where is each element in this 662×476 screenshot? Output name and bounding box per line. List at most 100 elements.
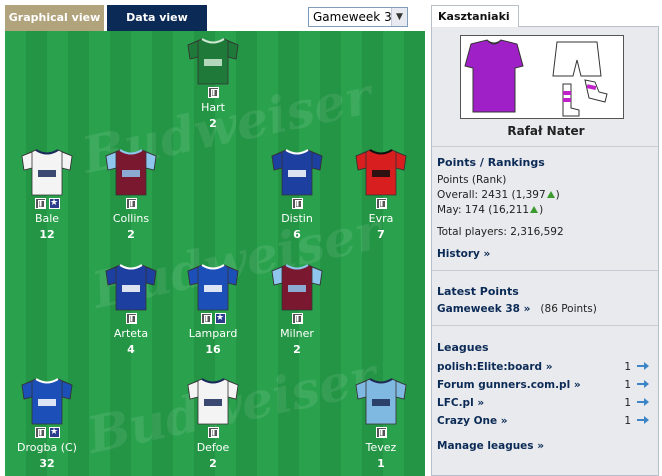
player-card[interactable]: ★ Drogba (C) 32 <box>5 377 89 470</box>
gameweek-select[interactable]: Gameweek 38 ▼ <box>308 7 408 27</box>
player-points: 4 <box>127 343 135 356</box>
tab-graphical-view[interactable]: Graphical view <box>5 5 104 31</box>
team-kit-preview <box>460 35 624 119</box>
player-name: Evra <box>368 212 394 225</box>
shirt-icon[interactable] <box>20 148 74 196</box>
player-info-icon[interactable] <box>125 313 137 324</box>
shirt-icon[interactable] <box>186 263 240 311</box>
player-points: 7 <box>377 228 385 241</box>
player-info-icon[interactable] <box>125 198 137 209</box>
shirt-icon[interactable] <box>270 263 324 311</box>
shirt-icon[interactable] <box>186 37 240 85</box>
player-card[interactable]: Distin 6 <box>255 148 339 241</box>
player-info-icon[interactable] <box>291 198 303 209</box>
player-name: Defoe <box>196 441 230 454</box>
tab-data-view[interactable]: Data view <box>107 5 207 31</box>
player-info-icon[interactable] <box>207 427 219 438</box>
pitch: Budweiser Budweiser Budweiser Hart 2 ★ Bale… <box>5 31 425 476</box>
shirt-icon[interactable] <box>354 377 408 425</box>
rank-up-arrow-icon <box>546 191 555 198</box>
arrow-right-icon[interactable] <box>637 398 649 406</box>
player-info-icon[interactable] <box>34 427 46 438</box>
league-name[interactable]: polish:Elite:board » <box>437 361 553 373</box>
league-rank: 1 <box>624 397 631 409</box>
shirt-icon[interactable] <box>186 377 240 425</box>
player-card[interactable]: Defoe 2 <box>171 377 255 470</box>
latest-gameweek-link[interactable]: Gameweek 38 » <box>437 303 530 315</box>
player-card[interactable]: Hart 2 <box>171 37 255 130</box>
player-points: 2 <box>209 117 217 130</box>
player-info-icon[interactable] <box>34 198 46 209</box>
player-card[interactable]: ★ Bale 12 <box>5 148 89 241</box>
shirt-icon[interactable] <box>104 148 158 196</box>
league-row[interactable]: Crazy One » 1 <box>437 415 649 427</box>
league-name[interactable]: Forum gunners.com.pl » <box>437 379 581 391</box>
player-card[interactable]: Collins 2 <box>89 148 173 241</box>
chevron-down-icon[interactable]: ▼ <box>391 8 407 26</box>
player-card[interactable]: Evra 7 <box>339 148 423 241</box>
player-points: 6 <box>293 228 301 241</box>
player-name: Drogba (C) <box>17 441 77 454</box>
captain-star-icon[interactable]: ★ <box>48 427 60 438</box>
player-info-icon[interactable] <box>291 313 303 324</box>
player-points: 12 <box>39 228 55 241</box>
player-info-icon[interactable] <box>200 313 212 324</box>
player-card[interactable]: Milner 2 <box>255 263 339 356</box>
rank-up-arrow-icon <box>530 206 539 213</box>
league-rank: 1 <box>624 415 631 427</box>
player-name: Distin <box>281 212 313 225</box>
history-link[interactable]: History » <box>437 248 490 260</box>
player-card[interactable]: Arteta 4 <box>89 263 173 356</box>
player-name: Arteta <box>113 327 149 340</box>
player-points: 2 <box>209 457 217 470</box>
star-icon[interactable]: ★ <box>48 198 60 209</box>
player-name: Bale <box>34 212 60 225</box>
month-points-line: May: 174 (16,211) <box>437 204 544 216</box>
player-info-icon[interactable] <box>207 87 219 98</box>
player-card[interactable]: ★ Lampard 16 <box>171 263 255 356</box>
manager-name: Rafał Nater <box>507 124 585 138</box>
total-players: Total players: 2,316,592 <box>437 226 564 238</box>
latest-points-value: (86 Points) <box>540 303 597 315</box>
shirt-icon[interactable] <box>354 148 408 196</box>
player-name: Lampard <box>188 327 238 340</box>
divider <box>432 270 658 271</box>
player-name: Milner <box>280 327 314 340</box>
league-row[interactable]: Forum gunners.com.pl » 1 <box>437 379 649 391</box>
player-info-icon[interactable] <box>375 198 387 209</box>
player-info-icon[interactable] <box>375 427 387 438</box>
arrow-right-icon[interactable] <box>637 362 649 370</box>
manage-leagues-link[interactable]: Manage leagues » <box>437 440 544 452</box>
league-row[interactable]: LFC.pl » 1 <box>437 397 649 409</box>
overall-points-line: Overall: 2431 (1,397) <box>437 189 560 201</box>
star-icon[interactable]: ★ <box>214 313 226 324</box>
player-name: Collins <box>112 212 150 225</box>
kit-icon <box>464 39 608 117</box>
league-rank: 1 <box>624 379 631 391</box>
divider <box>432 146 658 147</box>
player-name: Hart <box>201 101 225 114</box>
team-sidebar: Rafał Nater Points / Rankings Points (Ra… <box>431 26 659 476</box>
player-points: 2 <box>293 343 301 356</box>
shirt-icon[interactable] <box>20 377 74 425</box>
player-points: 16 <box>205 343 221 356</box>
league-name[interactable]: LFC.pl » <box>437 397 484 409</box>
latest-points-line: Gameweek 38 » (86 Points) <box>437 303 597 315</box>
league-name[interactable]: Crazy One » <box>437 415 508 427</box>
player-name: Tevez <box>365 441 397 454</box>
latest-points-title: Latest Points <box>437 285 519 298</box>
league-row[interactable]: polish:Elite:board » 1 <box>437 361 649 373</box>
shirt-icon[interactable] <box>270 148 324 196</box>
player-card[interactable]: Tevez 1 <box>339 377 423 470</box>
team-name-tab: Kasztaniaki <box>431 5 519 27</box>
arrow-right-icon[interactable] <box>637 416 649 424</box>
player-points: 2 <box>127 228 135 241</box>
shirt-icon[interactable] <box>104 263 158 311</box>
leagues-title: Leagues <box>437 341 489 354</box>
player-points: 1 <box>377 457 385 470</box>
player-points: 32 <box>39 457 55 470</box>
league-rank: 1 <box>624 361 631 373</box>
points-rankings-title: Points / Rankings <box>437 156 545 169</box>
points-rank-label: Points (Rank) <box>437 174 507 186</box>
arrow-right-icon[interactable] <box>637 380 649 388</box>
